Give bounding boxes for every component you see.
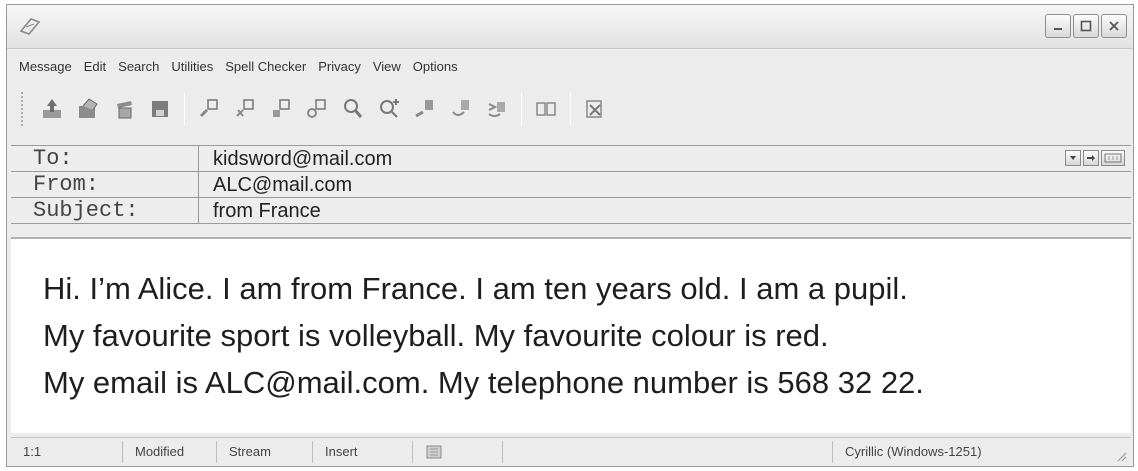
from-value[interactable]: ALC@mail.com bbox=[213, 174, 352, 196]
toolbar-separator bbox=[184, 93, 185, 125]
close-icon bbox=[1109, 21, 1119, 31]
menu-privacy[interactable]: Privacy bbox=[312, 57, 367, 76]
subject-field[interactable]: from France bbox=[199, 198, 1131, 223]
zoom-icon bbox=[344, 99, 363, 118]
status-icon-panel bbox=[413, 440, 503, 463]
toolbar-grip[interactable] bbox=[21, 92, 24, 126]
find-icon bbox=[307, 99, 326, 118]
import-alt-button[interactable] bbox=[443, 91, 479, 127]
status-empty-panel bbox=[503, 440, 833, 463]
toolbar bbox=[11, 85, 1129, 133]
title-bar[interactable] bbox=[7, 5, 1133, 49]
minimize-button[interactable] bbox=[1045, 14, 1071, 38]
address-forward-button[interactable] bbox=[1083, 150, 1099, 166]
copy-icon bbox=[199, 99, 218, 118]
template-button[interactable] bbox=[528, 91, 564, 127]
import-alt-icon bbox=[452, 100, 469, 116]
address-book-icon bbox=[1104, 153, 1122, 163]
menu-options[interactable]: Options bbox=[407, 57, 464, 76]
address-book-button[interactable] bbox=[1101, 150, 1125, 166]
insert-mode[interactable]: Insert bbox=[313, 440, 413, 463]
zoom-button[interactable] bbox=[335, 91, 371, 127]
chevron-down-icon bbox=[1070, 156, 1076, 160]
arrow-right-icon bbox=[1087, 155, 1095, 161]
cut-button[interactable] bbox=[227, 91, 263, 127]
to-label: To: bbox=[11, 146, 199, 171]
menu-bar: Message Edit Search Utilities Spell Chec… bbox=[7, 51, 1133, 81]
send-button[interactable] bbox=[34, 91, 70, 127]
export-icon bbox=[488, 102, 505, 117]
resize-grip-icon[interactable] bbox=[1115, 450, 1127, 462]
save-icon bbox=[152, 101, 168, 117]
charset-indicator[interactable]: Cyrillic (Windows-1251) bbox=[833, 441, 1131, 463]
body-line: My favourite sport is volleyball. My fav… bbox=[43, 318, 829, 353]
find-button[interactable] bbox=[299, 91, 335, 127]
zoom-plus-icon bbox=[380, 99, 399, 118]
maximize-icon bbox=[1080, 20, 1092, 32]
import-button[interactable] bbox=[407, 91, 443, 127]
cursor-position: 1:1 bbox=[11, 440, 123, 463]
body-line: Hi. I’m Alice. I am from France. I am te… bbox=[43, 271, 908, 306]
template-icon bbox=[536, 102, 556, 116]
import-icon bbox=[415, 100, 433, 118]
cut-icon bbox=[236, 99, 254, 117]
menu-message[interactable]: Message bbox=[13, 57, 78, 76]
address-dropdown-button[interactable] bbox=[1065, 150, 1081, 166]
paste-icon bbox=[273, 99, 290, 117]
to-value[interactable]: kidsword@mail.com bbox=[213, 148, 392, 170]
message-body[interactable]: Hi. I’m Alice. I am from France. I am te… bbox=[11, 237, 1131, 433]
subject-value[interactable]: from France bbox=[213, 200, 321, 222]
maximize-button[interactable] bbox=[1073, 14, 1099, 38]
to-field[interactable]: kidsword@mail.com bbox=[199, 146, 1131, 171]
toolbar-separator bbox=[570, 93, 571, 125]
to-field-tools bbox=[1065, 150, 1125, 166]
export-button[interactable] bbox=[479, 91, 515, 127]
message-headers: To: kidsword@mail.com From: ALC@mail.com… bbox=[11, 145, 1131, 224]
copy-button[interactable] bbox=[191, 91, 227, 127]
from-row: From: ALC@mail.com bbox=[11, 172, 1131, 198]
bin-icon bbox=[117, 101, 132, 119]
menu-utilities[interactable]: Utilities bbox=[165, 57, 219, 76]
attach-button[interactable] bbox=[70, 91, 106, 127]
status-bar: 1:1 Modified Stream Insert Cyrillic (Win… bbox=[11, 437, 1131, 465]
from-label: From: bbox=[11, 172, 199, 197]
menu-view[interactable]: View bbox=[367, 57, 407, 76]
attach-icon bbox=[79, 98, 98, 118]
sign-icon bbox=[586, 100, 602, 118]
body-line: My email is ALC@mail.com. My telephone n… bbox=[43, 365, 924, 400]
menu-edit[interactable]: Edit bbox=[78, 57, 112, 76]
modified-status: Modified bbox=[123, 440, 217, 463]
encryption-status-icon bbox=[426, 445, 442, 458]
close-button[interactable] bbox=[1101, 14, 1127, 38]
save-button[interactable] bbox=[142, 91, 178, 127]
app-logo-icon bbox=[19, 18, 41, 35]
zoom-plus-button[interactable] bbox=[371, 91, 407, 127]
minimize-icon bbox=[1054, 28, 1062, 30]
from-field[interactable]: ALC@mail.com bbox=[199, 172, 1131, 197]
to-row: To: kidsword@mail.com bbox=[11, 146, 1131, 172]
stream-mode[interactable]: Stream bbox=[217, 440, 313, 463]
email-window: Message Edit Search Utilities Spell Chec… bbox=[6, 4, 1134, 467]
send-icon bbox=[43, 99, 61, 118]
menu-search[interactable]: Search bbox=[112, 57, 165, 76]
menu-spell-checker[interactable]: Spell Checker bbox=[219, 57, 312, 76]
subject-label: Subject: bbox=[11, 198, 199, 223]
paste-button[interactable] bbox=[263, 91, 299, 127]
sign-button[interactable] bbox=[577, 91, 613, 127]
toolbar-separator bbox=[521, 93, 522, 125]
subject-row: Subject: from France bbox=[11, 198, 1131, 224]
bin-button[interactable] bbox=[106, 91, 142, 127]
